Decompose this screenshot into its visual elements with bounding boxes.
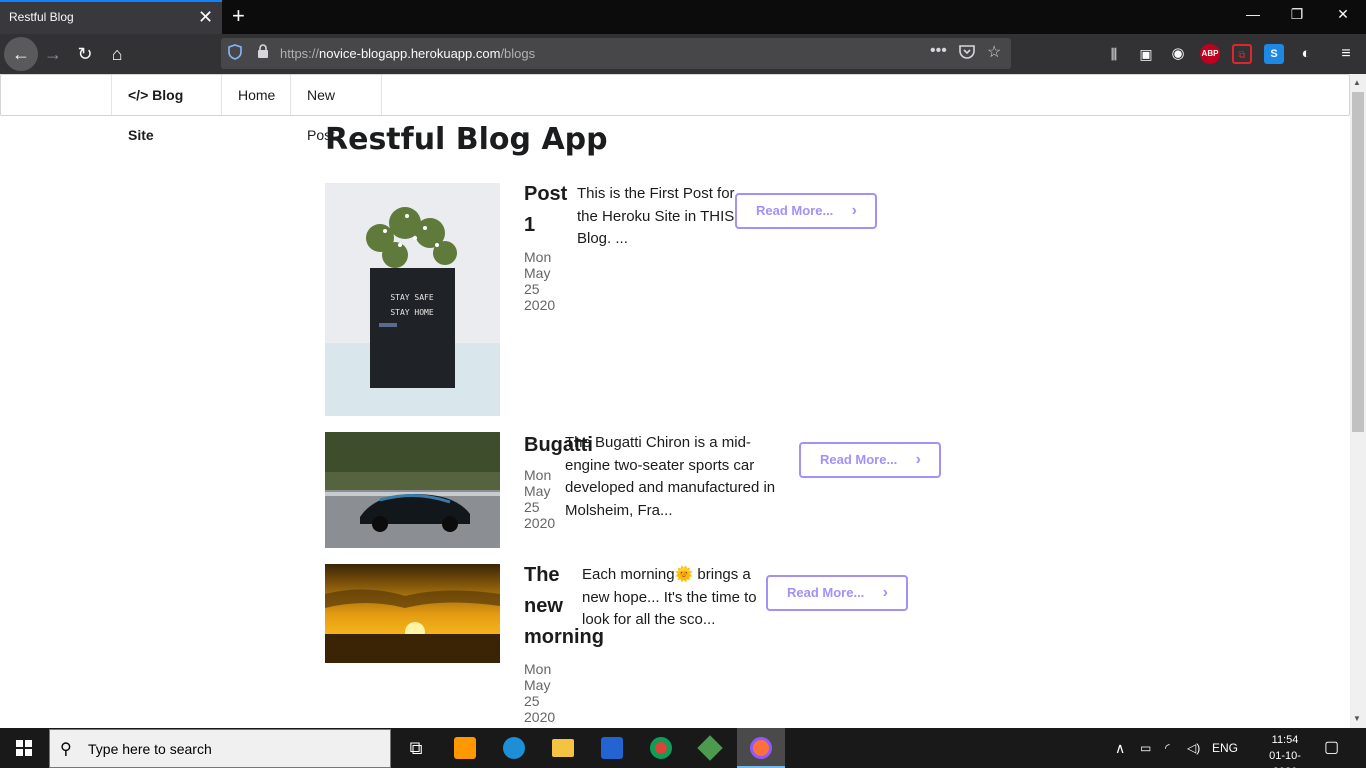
pocket-icon[interactable]	[959, 44, 975, 62]
git-icon[interactable]	[686, 728, 734, 768]
bookmark-star-icon[interactable]: ☆	[987, 42, 1001, 62]
firefox-icon[interactable]	[737, 728, 785, 768]
sublime-text-icon[interactable]	[441, 728, 489, 768]
language-indicator[interactable]: ENG	[1212, 728, 1238, 768]
post-image[interactable]	[325, 432, 500, 548]
browser-tab-bar: Restful Blog ✕ + — ❐ ✕	[0, 0, 1366, 34]
post-date: Mon May 25 2020	[524, 249, 556, 313]
close-tab-icon[interactable]: ✕	[198, 7, 213, 27]
window-close-button[interactable]: ✕	[1320, 6, 1366, 23]
tray-expand-icon[interactable]: ∧	[1115, 728, 1125, 768]
browser-tab[interactable]: Restful Blog ✕	[0, 0, 222, 34]
post-title[interactable]: Post 1	[524, 179, 567, 241]
scroll-up-icon[interactable]: ▲	[1353, 78, 1361, 87]
read-more-button[interactable]: Read More... ›	[735, 193, 877, 229]
browser-toolbar: ← → ↻ ⌂ https://novice-blogapp.herokuapp…	[0, 34, 1366, 74]
wifi-icon[interactable]: ◜	[1165, 728, 1170, 768]
chrome-icon[interactable]	[637, 728, 685, 768]
scroll-down-icon[interactable]: ▼	[1353, 714, 1361, 723]
back-arrow-icon[interactable]: ←	[4, 37, 38, 71]
menu-icon[interactable]: ≡	[1336, 44, 1356, 64]
library-icon[interactable]: ⫼	[1104, 44, 1124, 64]
menu-item-home[interactable]: Home	[221, 75, 290, 115]
windows-taskbar: ⚲ Type here to search ⧉ ∧ ▭ ◜ ◁) ENG 11:…	[0, 728, 1366, 768]
taskbar-search-box[interactable]: ⚲ Type here to search	[49, 729, 391, 768]
task-view-icon[interactable]: ⧉	[392, 728, 440, 768]
code-icon: </>	[128, 87, 149, 103]
sidebar-icon[interactable]: ▣	[1136, 44, 1156, 64]
windows-start-icon[interactable]	[0, 728, 48, 768]
post-date: Mon May 25 2020	[524, 661, 556, 725]
svg-text:STAY SAFE: STAY SAFE	[390, 293, 434, 302]
url-text: https://novice-blogapp.herokuapp.com/blo…	[280, 46, 536, 61]
menu-item-new-post[interactable]: New Post	[290, 75, 382, 143]
account-icon[interactable]: ◉	[1168, 44, 1188, 64]
new-tab-button[interactable]: +	[232, 3, 245, 29]
s-icon[interactable]: S	[1264, 44, 1284, 64]
tracking-shield-icon[interactable]	[228, 44, 242, 63]
post-date: Mon May 25 2020	[524, 467, 556, 531]
notifications-icon[interactable]: ▢	[1324, 728, 1339, 768]
page-content: </> Blog Site Home New Post Restful Blog…	[0, 74, 1350, 728]
chevron-right-icon: ›	[915, 451, 921, 468]
read-more-button[interactable]: Read More... ›	[799, 442, 941, 478]
read-more-button[interactable]: Read More... ›	[766, 575, 908, 611]
page-actions-icon[interactable]: •••	[930, 42, 947, 60]
chevron-right-icon: ›	[851, 202, 857, 219]
page-scrollbar[interactable]: ▲ ▼	[1350, 74, 1366, 728]
search-app-icon[interactable]	[588, 728, 636, 768]
sync-icon[interactable]: ◐	[1296, 44, 1316, 64]
reload-icon[interactable]: ↻	[73, 42, 97, 66]
clock[interactable]: 11:54 01-10-2020	[1260, 732, 1310, 768]
pdf-icon[interactable]: ⧉	[1232, 44, 1252, 64]
edge-icon[interactable]	[490, 728, 538, 768]
post-description: Each morning🌞 brings a new hope... It's …	[582, 566, 757, 628]
chevron-right-icon: ›	[882, 584, 888, 601]
search-placeholder: Type here to search	[88, 741, 212, 757]
adblock-icon[interactable]: ABP	[1200, 44, 1220, 64]
file-explorer-icon[interactable]	[539, 728, 587, 768]
url-bar[interactable]: https://novice-blogapp.herokuapp.com/blo…	[221, 38, 1011, 69]
page-title: Restful Blog App	[325, 122, 608, 157]
lock-icon[interactable]	[257, 44, 269, 62]
scroll-thumb[interactable]	[1352, 92, 1364, 432]
home-icon[interactable]: ⌂	[105, 42, 129, 66]
post-image[interactable]: STAY SAFE STAY HOME	[325, 183, 500, 416]
tab-title: Restful Blog	[9, 10, 74, 24]
post-description: This is the First Post for the Heroku Si…	[577, 185, 735, 247]
brand-link[interactable]: </> Blog Site	[111, 75, 221, 143]
search-icon: ⚲	[60, 741, 72, 758]
minimize-button[interactable]: —	[1230, 6, 1276, 22]
svg-text:STAY HOME: STAY HOME	[390, 308, 434, 317]
restore-button[interactable]: ❐	[1274, 6, 1320, 23]
top-menu: </> Blog Site Home New Post	[0, 74, 1350, 143]
forward-arrow-icon[interactable]: →	[41, 42, 65, 66]
post-image[interactable]	[325, 564, 500, 663]
volume-icon[interactable]: ◁)	[1187, 728, 1200, 768]
post-description: The Bugatti Chiron is a mid-engine two-s…	[565, 434, 776, 519]
battery-icon[interactable]: ▭	[1140, 728, 1151, 768]
